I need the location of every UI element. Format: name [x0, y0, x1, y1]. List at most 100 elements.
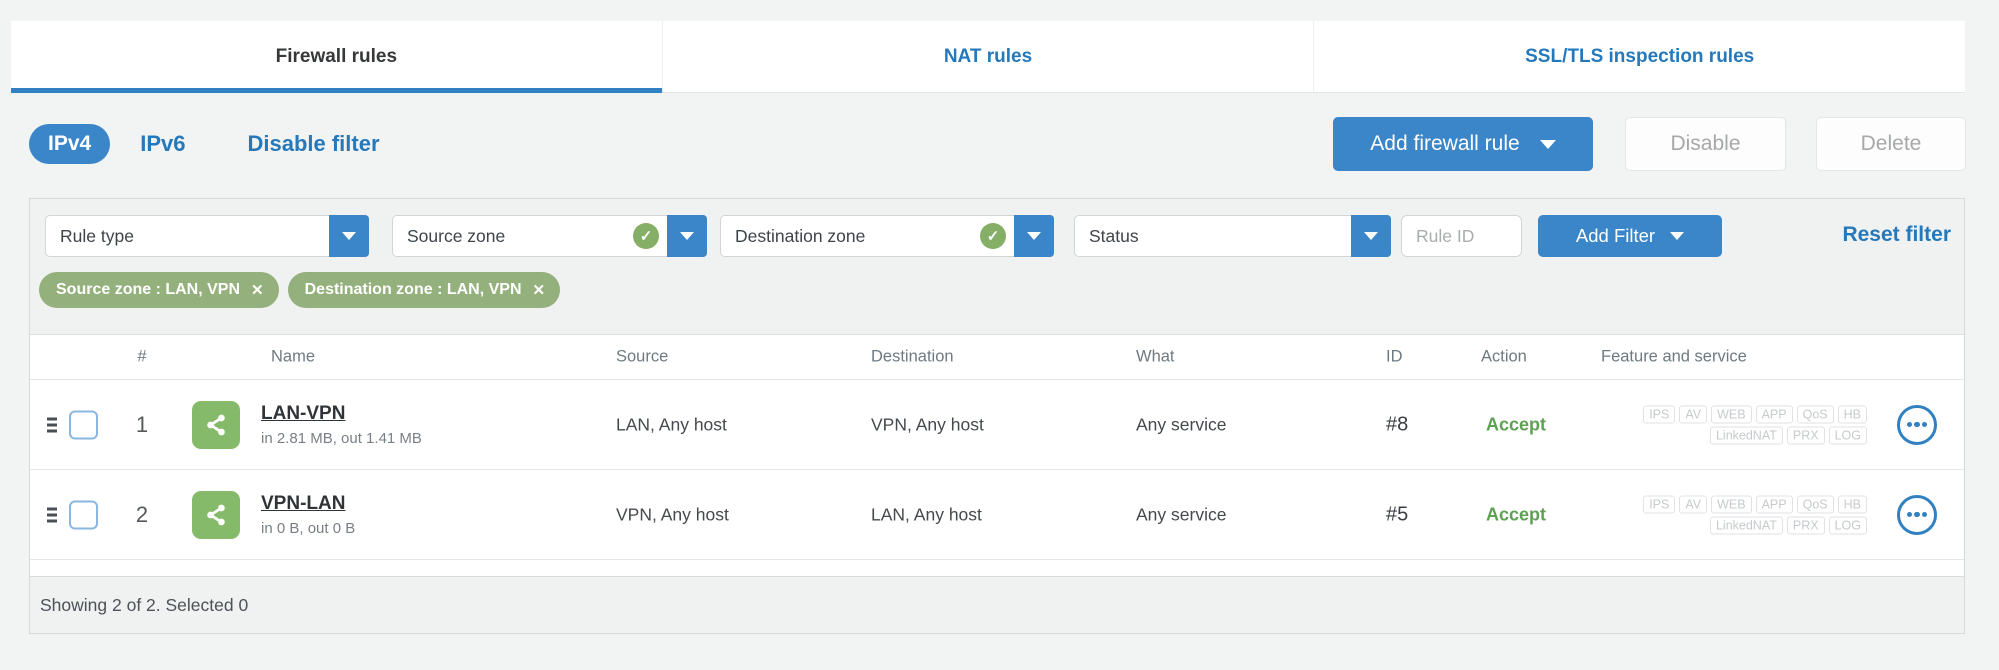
ellipsis-menu-icon[interactable]: [1897, 404, 1937, 445]
badge-app: APP: [1755, 495, 1793, 513]
header-action: Action: [1481, 347, 1527, 366]
badge-linkednat: LinkedNAT: [1709, 516, 1783, 534]
ellipsis-menu-icon[interactable]: [1897, 494, 1937, 535]
reset-filter-link[interactable]: Reset filter: [1842, 223, 1951, 247]
add-firewall-rule-label: Add firewall rule: [1370, 132, 1520, 155]
destination-zone-dropdown-button[interactable]: [1014, 215, 1054, 257]
row-number: 2: [135, 501, 149, 527]
header-destination: Destination: [871, 347, 954, 366]
source-zone-filter-chip[interactable]: Source zone : LAN, VPN ✕: [39, 272, 279, 308]
ipv4-toggle[interactable]: IPv4: [29, 124, 111, 164]
tab-nat-rules-label: NAT rules: [943, 45, 1033, 67]
source-zone-dropdown-label: Source zone: [407, 225, 506, 246]
badge-av: AV: [1679, 495, 1708, 513]
status-dropdown-label: Status: [1089, 225, 1139, 246]
tab-firewall-rules-label: Firewall rules: [275, 45, 398, 67]
rule-name-link[interactable]: LAN-VPN: [261, 403, 345, 425]
badge-qos: QoS: [1796, 405, 1834, 423]
rule-type-dropdown[interactable]: Rule type: [45, 215, 369, 257]
chevron-down-icon: [1670, 232, 1685, 240]
status-dropdown-button[interactable]: [1351, 215, 1391, 257]
ipv6-toggle[interactable]: IPv6: [140, 131, 185, 157]
disable-filter-link[interactable]: Disable filter: [247, 131, 379, 157]
chevron-down-icon: [1027, 232, 1041, 240]
check-icon: ✓: [633, 223, 659, 249]
drag-handle-icon[interactable]: [47, 417, 57, 432]
chevron-down-icon: [680, 232, 694, 240]
share-icon: [192, 400, 240, 449]
header-name: Name: [271, 347, 316, 366]
header-what: What: [1136, 347, 1175, 366]
chevron-down-icon: [1539, 139, 1556, 149]
destination-zone-filter-chip[interactable]: Destination zone : LAN, VPN ✕: [287, 272, 561, 308]
chip-label: Destination zone : LAN, VPN: [304, 281, 522, 298]
source-zone-dropdown-button[interactable]: [667, 215, 707, 257]
badge-hb: HB: [1837, 495, 1867, 513]
cell-rule-id: #5: [1386, 503, 1409, 525]
feature-badges: IPS AV WEB APP QoS HB LinkedNAT PRX LOG: [1643, 495, 1867, 534]
tab-ssl-tls-inspection-rules[interactable]: SSL/TLS inspection rules: [1313, 21, 1965, 92]
table-header: # Name Source Destination What ID Action…: [30, 335, 1964, 380]
add-filter-label: Add Filter: [1575, 225, 1656, 246]
header-feature-and-service: Feature and service: [1601, 347, 1747, 366]
feature-badges: IPS AV WEB APP QoS HB LinkedNAT PRX LOG: [1643, 405, 1867, 444]
rules-panel: Rule type Source zone ✓ Destination zone…: [29, 198, 1965, 634]
table-row: 2 VPN-LAN in 0 B, out 0 B VPN, Any host …: [30, 470, 1964, 560]
badge-prx: PRX: [1786, 516, 1825, 534]
chevron-down-icon: [1364, 232, 1378, 240]
tab-nat-rules[interactable]: NAT rules: [661, 21, 1314, 92]
rule-id-input[interactable]: [1401, 215, 1522, 257]
tab-bar: Firewall rules NAT rules SSL/TLS inspect…: [11, 21, 1965, 93]
badge-av: AV: [1679, 405, 1708, 423]
firewall-rules-page: Firewall rules NAT rules SSL/TLS inspect…: [0, 0, 1999, 670]
destination-zone-dropdown-label: Destination zone: [735, 225, 866, 246]
cell-destination: LAN, Any host: [871, 504, 982, 524]
close-icon[interactable]: ✕: [251, 281, 264, 299]
badge-log: LOG: [1828, 426, 1867, 444]
tab-ssl-tls-inspection-rules-label: SSL/TLS inspection rules: [1525, 45, 1755, 67]
destination-zone-dropdown[interactable]: Destination zone ✓: [720, 215, 1054, 257]
filter-area: Rule type Source zone ✓ Destination zone…: [30, 199, 1964, 335]
close-icon[interactable]: ✕: [533, 281, 546, 299]
badge-linkednat: LinkedNAT: [1709, 426, 1783, 444]
badge-prx: PRX: [1786, 426, 1825, 444]
rule-type-dropdown-button[interactable]: [329, 215, 369, 257]
rule-traffic: in 2.81 MB, out 1.41 MB: [261, 429, 422, 447]
table-row: 1 LAN-VPN in 2.81 MB, out 1.41 MB LAN, A…: [30, 380, 1964, 470]
header-source: Source: [616, 347, 669, 366]
badge-log: LOG: [1828, 516, 1867, 534]
check-icon: ✓: [980, 223, 1006, 249]
toolbar: IPv4 IPv6 Disable filter Add firewall ru…: [29, 117, 1966, 171]
badge-app: APP: [1755, 405, 1793, 423]
add-filter-button[interactable]: Add Filter: [1538, 215, 1722, 257]
add-firewall-rule-button[interactable]: Add firewall rule: [1333, 117, 1593, 171]
source-zone-dropdown[interactable]: Source zone ✓: [392, 215, 707, 257]
badge-ips: IPS: [1643, 495, 1676, 513]
tab-firewall-rules[interactable]: Firewall rules: [11, 21, 662, 93]
cell-action-status: Accept: [1486, 414, 1547, 434]
rule-type-dropdown-label: Rule type: [60, 225, 134, 246]
cell-action-status: Accept: [1486, 504, 1547, 524]
rule-name-link[interactable]: VPN-LAN: [261, 493, 345, 515]
delete-button[interactable]: Delete: [1816, 117, 1966, 171]
row-checkbox[interactable]: [69, 410, 98, 439]
badge-hb: HB: [1837, 405, 1867, 423]
badge-web: WEB: [1711, 495, 1752, 513]
table-bottom-spacer: [30, 560, 1964, 576]
disable-button[interactable]: Disable: [1625, 117, 1786, 171]
filter-chips: Source zone : LAN, VPN ✕ Destination zon…: [39, 272, 561, 308]
rule-name-block: VPN-LAN in 0 B, out 0 B: [261, 493, 355, 537]
cell-source: LAN, Any host: [616, 414, 727, 434]
row-checkbox[interactable]: [69, 500, 98, 529]
badge-ips: IPS: [1643, 405, 1676, 423]
drag-handle-icon[interactable]: [47, 507, 57, 522]
chip-label: Source zone : LAN, VPN: [56, 281, 241, 298]
cell-destination: VPN, Any host: [871, 414, 984, 434]
status-dropdown[interactable]: Status: [1074, 215, 1391, 257]
cell-what: Any service: [1136, 504, 1227, 524]
badge-qos: QoS: [1796, 495, 1834, 513]
showing-status-text: Showing 2 of 2. Selected 0: [40, 594, 249, 615]
cell-what: Any service: [1136, 414, 1227, 434]
header-number: #: [137, 347, 147, 366]
chevron-down-icon: [342, 232, 356, 240]
